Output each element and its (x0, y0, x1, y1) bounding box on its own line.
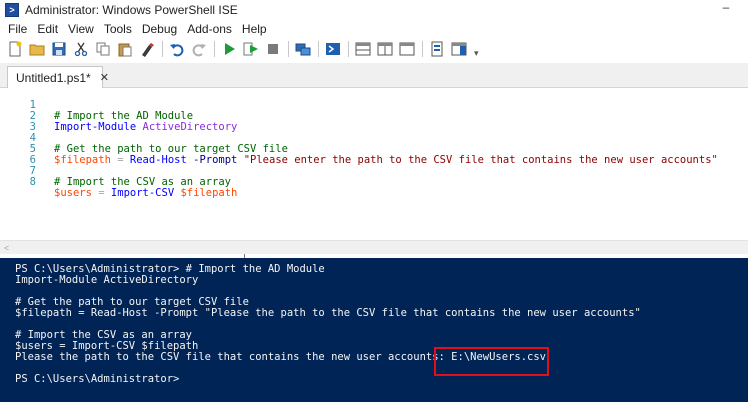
editor-line: 8 $users = Import-CSV $filepath (0, 166, 748, 199)
menu-add-ons[interactable]: Add-ons (182, 20, 237, 38)
open-folder-icon[interactable] (28, 40, 46, 58)
menu-bar: File Edit View Tools Debug Add-ons Help (0, 20, 748, 38)
minimize-button[interactable]: – (718, 1, 734, 15)
editor-line: 7 # Import the CSV as an array (0, 155, 748, 188)
toolbar-overflow-icon[interactable]: ▾ (474, 48, 479, 59)
toolbar-separator (162, 41, 163, 57)
save-icon[interactable] (50, 40, 68, 58)
toolbar-separator (318, 41, 319, 57)
editor-line: 1 # Import the AD Module (0, 89, 748, 122)
editor-line: 2 Import-Module ActiveDirectory (0, 100, 748, 133)
toolbar-separator (214, 41, 215, 57)
tab-untitled1[interactable]: Untitled1.ps1* ✕ (7, 66, 109, 88)
show-script-maximized-icon[interactable] (398, 40, 416, 58)
console-line: Import-Module ActiveDirectory (15, 274, 199, 286)
show-command-window-icon[interactable] (428, 40, 446, 58)
copy-icon[interactable] (94, 40, 112, 58)
script-editor[interactable]: 1 # Import the AD Module 2 Import-Module… (0, 89, 748, 240)
editor-line: 4 # Get the path to our target CSV file (0, 122, 748, 155)
code-variable: $users (54, 187, 92, 199)
undo-icon[interactable] (168, 40, 186, 58)
cut-icon[interactable] (72, 40, 90, 58)
console-line: $filepath = Read-Host -Prompt "Please th… (15, 307, 641, 319)
console-pane[interactable]: PS C:\Users\Administrator> # Import the … (0, 258, 748, 402)
editor-line: 6 (0, 144, 748, 166)
menu-tools[interactable]: Tools (99, 20, 137, 38)
toolbar-separator (422, 41, 423, 57)
code-variable: $filepath (180, 187, 238, 199)
code-command: Import-CSV (110, 187, 175, 199)
line-number: 8 (29, 176, 36, 188)
powershell-console-icon[interactable] (324, 40, 342, 58)
code-operator: = (98, 187, 105, 199)
toolbar-separator (288, 41, 289, 57)
toolbar-separator (348, 41, 349, 57)
menu-debug[interactable]: Debug (137, 20, 182, 38)
redo-icon[interactable] (190, 40, 208, 58)
show-script-top-icon[interactable] (354, 40, 372, 58)
window-title: Administrator: Windows PowerShell ISE (25, 3, 238, 17)
script-tab-strip: Untitled1.ps1* ✕ (0, 63, 748, 88)
tab-label: Untitled1.ps1* (16, 70, 91, 85)
console-prompt[interactable]: PS C:\Users\Administrator> (15, 374, 179, 385)
new-file-icon[interactable] (6, 40, 24, 58)
editor-line: 5 $filepath = Read-Host -Prompt "Please … (0, 133, 748, 166)
toolbar: ▾ (0, 38, 748, 60)
editor-horizontal-scrollbar[interactable]: < (0, 240, 748, 254)
show-script-right-icon[interactable] (376, 40, 394, 58)
menu-edit[interactable]: Edit (32, 20, 63, 38)
powershell-app-icon: > (5, 3, 19, 17)
paste-icon[interactable] (116, 40, 134, 58)
menu-help[interactable]: Help (237, 20, 272, 38)
show-command-addon-icon[interactable] (450, 40, 468, 58)
clear-icon[interactable] (138, 40, 156, 58)
scroll-left-icon[interactable]: < (4, 243, 9, 253)
input-highlight-annotation (434, 347, 549, 376)
stop-icon[interactable] (264, 40, 282, 58)
run-script-icon[interactable] (220, 40, 238, 58)
title-bar: > Administrator: Windows PowerShell ISE … (0, 0, 748, 20)
new-remote-tab-icon[interactable] (294, 40, 312, 58)
menu-view[interactable]: View (63, 20, 99, 38)
run-selection-icon[interactable] (242, 40, 260, 58)
editor-line: 3 (0, 111, 748, 133)
close-icon[interactable]: ✕ (100, 71, 109, 84)
menu-file[interactable]: File (3, 20, 32, 38)
